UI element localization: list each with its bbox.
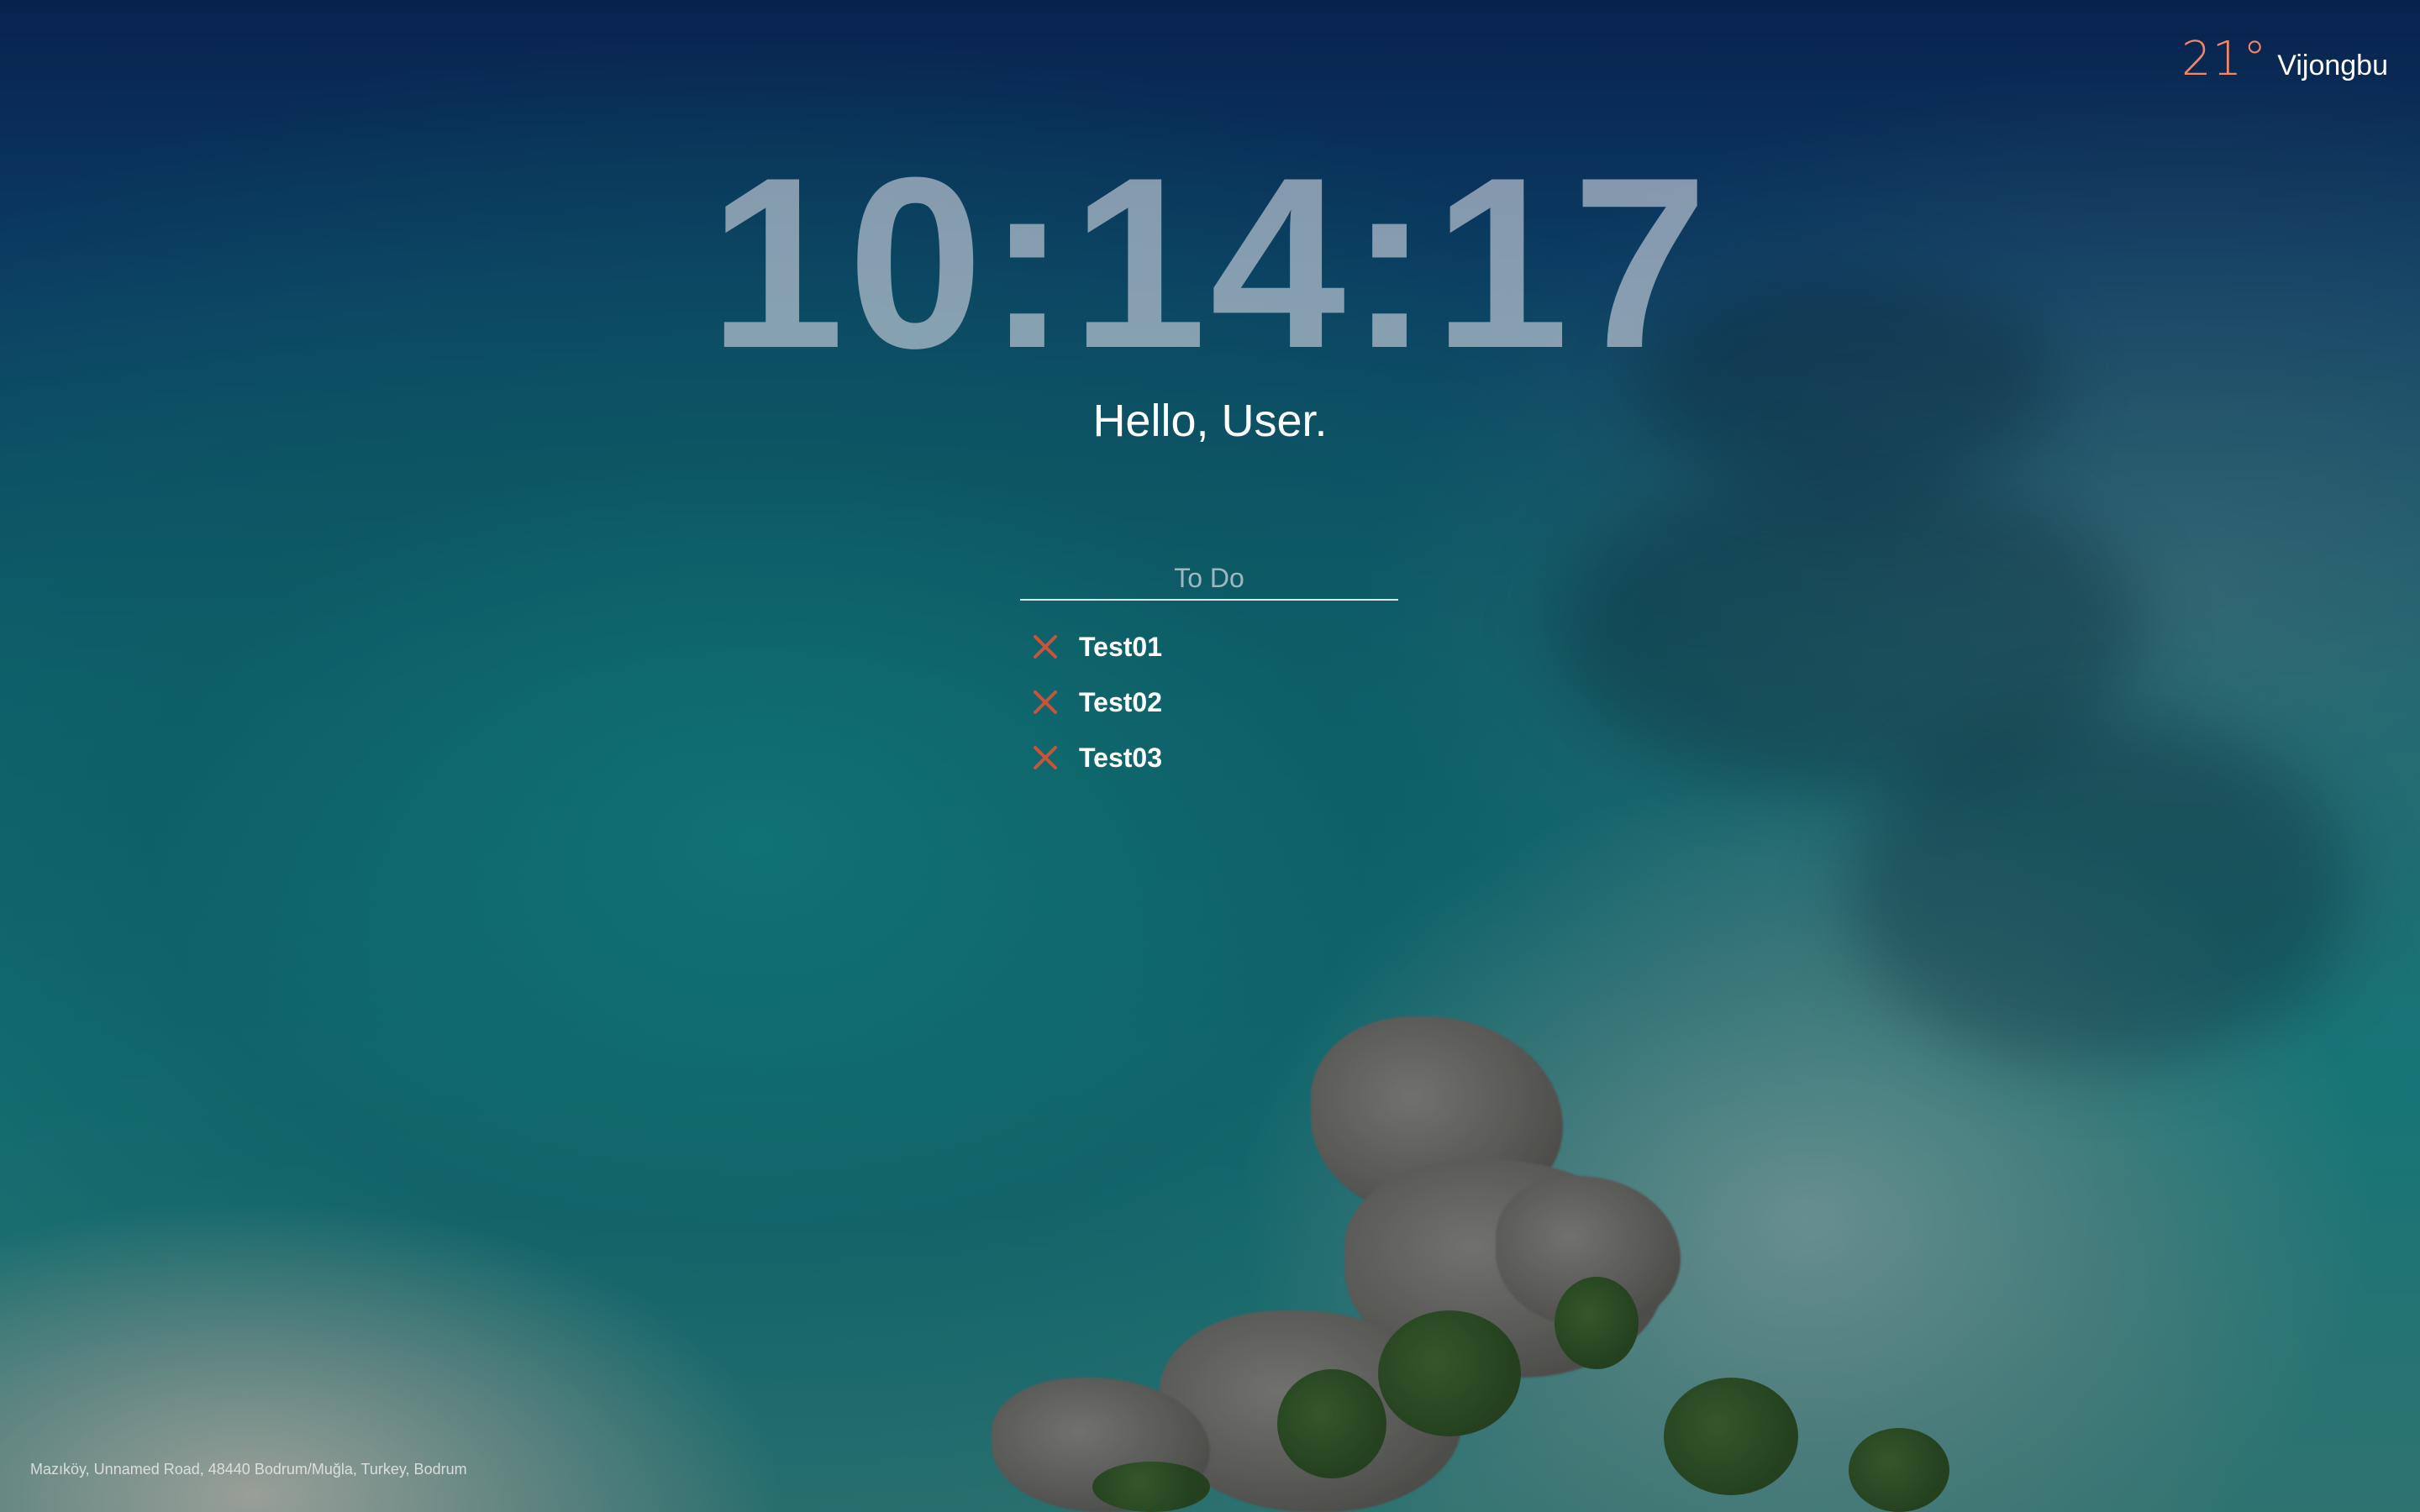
weather-location: Vijongbu <box>2277 50 2388 81</box>
todo-item-label: Test02 <box>1079 686 1163 717</box>
clock: 10:14:17 <box>708 127 1712 399</box>
todo-item: Test01 <box>1020 619 1398 675</box>
photo-location-caption: Mazıköy, Unnamed Road, 48440 Bodrum/Muğl… <box>30 1461 467 1478</box>
close-icon[interactable] <box>1028 630 1062 664</box>
temperature: 21° <box>2181 32 2268 87</box>
todo-form: Test01 Test02 Test03 <box>1020 558 1398 785</box>
weather-widget: 21° Vijongbu <box>2181 32 2388 87</box>
todo-item-label: Test01 <box>1079 631 1163 662</box>
todo-item: Test03 <box>1020 730 1398 785</box>
todo-item-label: Test03 <box>1079 742 1163 773</box>
todo-item: Test02 <box>1020 675 1398 730</box>
todo-list: Test01 Test02 Test03 <box>1020 619 1398 785</box>
close-icon[interactable] <box>1028 685 1062 719</box>
new-tab-page: 21° Vijongbu 10:14:17 Hello, User. Test0… <box>0 0 2420 1512</box>
close-icon[interactable] <box>1028 741 1062 774</box>
greeting: Hello, User. <box>1092 396 1328 446</box>
todo-input[interactable] <box>1020 558 1398 601</box>
